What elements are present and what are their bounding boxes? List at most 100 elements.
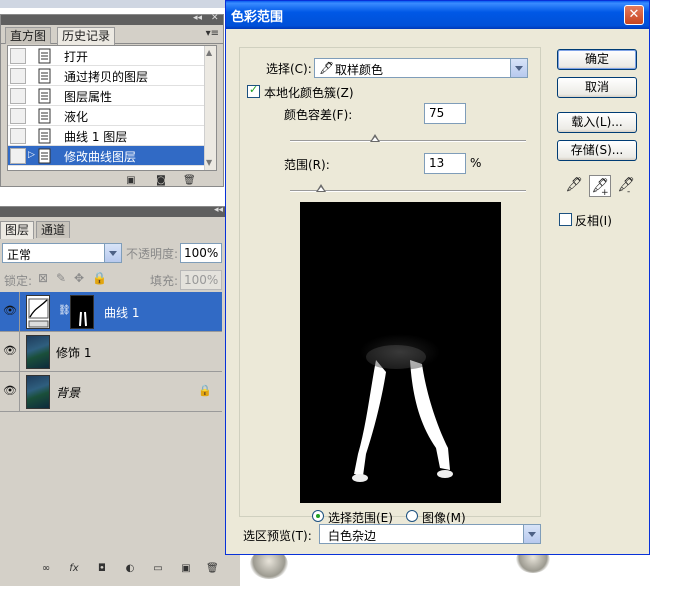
eyedropper-plus-icon[interactable]: 🖋 +	[589, 175, 611, 198]
close-button[interactable]: ✕	[624, 5, 644, 25]
panel-titlebar[interactable]: ◂◂ ✕	[1, 13, 223, 25]
history-item[interactable]: 打开	[8, 46, 206, 66]
opacity-input[interactable]: 100%	[180, 243, 222, 263]
history-list: 打开 通过拷贝的图层 图层属性 液化 曲线 1 图层 ▷ 修改曲线图层 ▲ ▼	[7, 45, 217, 171]
history-tabs: 直方图 历史记录 ▾≡	[1, 26, 223, 45]
snapshot-checkbox[interactable]	[10, 108, 26, 124]
eye-icon[interactable]: 👁	[2, 384, 18, 398]
radio-selection[interactable]	[312, 510, 324, 522]
save-button[interactable]: 存储(S)...	[557, 140, 637, 161]
layer-row[interactable]: 👁 背景 🔒	[0, 372, 222, 412]
visibility-toggle[interactable]: 👁	[0, 372, 20, 412]
history-item-label: 修改曲线图层	[64, 150, 137, 164]
new-document-from-state-icon[interactable]: ▣	[125, 175, 137, 186]
fuzziness-slider-track[interactable]	[290, 140, 526, 142]
range-slider-thumb[interactable]	[315, 184, 327, 193]
tab-channels[interactable]: 通道	[36, 221, 71, 238]
range-unit: %	[470, 156, 482, 170]
new-snapshot-icon[interactable]: ◙	[155, 175, 167, 186]
invert-checkbox[interactable]	[559, 213, 572, 226]
delete-state-icon[interactable]: 🗑	[183, 175, 196, 186]
layers-tabs: 图层 通道	[0, 220, 240, 239]
adjustment-layer-icon[interactable]: ◐	[124, 563, 136, 574]
eye-icon[interactable]: 👁	[2, 344, 18, 358]
lock-all-icon[interactable]: 🔒	[92, 271, 107, 285]
chevron-down-icon[interactable]	[104, 244, 121, 262]
tab-history[interactable]: 历史记录	[57, 27, 116, 45]
snapshot-checkbox[interactable]	[10, 88, 26, 104]
fuzziness-slider-thumb[interactable]	[369, 134, 381, 143]
layer-thumbnail[interactable]	[26, 375, 50, 409]
selection-preview-combo[interactable]: 白色杂边	[319, 524, 541, 544]
layer-thumbnail[interactable]	[26, 335, 50, 369]
history-item[interactable]: 液化	[8, 106, 206, 126]
history-item[interactable]: 图层属性	[8, 86, 206, 106]
collapse-icon[interactable]: ◂◂	[214, 205, 223, 215]
history-item-selected[interactable]: ▷ 修改曲线图层	[8, 146, 206, 166]
fill-input[interactable]: 100%	[180, 270, 222, 290]
range-input[interactable]: 13	[424, 153, 466, 174]
link-layers-icon[interactable]: ∞	[40, 563, 52, 574]
layer-row[interactable]: 👁 修饰 1	[0, 332, 222, 372]
tab-layers[interactable]: 图层	[0, 221, 35, 239]
document-icon	[38, 128, 51, 144]
panel-titlebar[interactable]: ◂◂	[0, 205, 240, 217]
snapshot-checkbox[interactable]	[10, 148, 26, 164]
layer-name[interactable]: 修饰 1	[56, 344, 91, 361]
dialog-title: 色彩范围	[231, 10, 284, 25]
tab-histogram[interactable]: 直方图	[5, 27, 52, 44]
history-panel: ◂◂ ✕ 直方图 历史记录 ▾≡ 打开 通过拷贝的图层 图层属性 液化 曲线 1…	[0, 13, 224, 187]
collapse-icon[interactable]: ◂◂	[193, 13, 202, 23]
eye-icon[interactable]: 👁	[2, 304, 18, 318]
layer-name[interactable]: 背景	[56, 384, 80, 401]
radio-image[interactable]	[406, 510, 418, 522]
localized-clusters-label[interactable]: 本地化颜色簇(Z)	[264, 84, 354, 101]
fuzziness-input[interactable]: 75	[424, 103, 466, 124]
history-state-marker-icon[interactable]: ▷	[28, 150, 35, 160]
options-group: 选择(C): 🖋 取样颜色 本地化颜色簇(Z) 颜色容差(F): 75 范围(R…	[239, 47, 541, 525]
ok-button[interactable]: 确定	[557, 49, 637, 70]
panel-menu-icon[interactable]: ▾≡	[206, 28, 219, 39]
delete-layer-icon[interactable]: 🗑	[206, 563, 219, 574]
eyedropper-minus-icon[interactable]: 🖋 -	[615, 175, 637, 197]
visibility-toggle[interactable]: 👁	[0, 292, 20, 332]
invert-label[interactable]: 反相(I)	[575, 212, 612, 229]
history-item[interactable]: 通过拷贝的图层	[8, 66, 206, 86]
curves-adjustment-icon	[26, 295, 50, 329]
opacity-label: 不透明度:	[126, 247, 179, 261]
snapshot-checkbox[interactable]	[10, 48, 26, 64]
load-button[interactable]: 载入(L)...	[557, 112, 637, 133]
scroll-up-icon[interactable]: ▲	[206, 48, 212, 57]
lock-transparent-icon[interactable]: ⊠	[38, 271, 48, 285]
layer-mask-thumbnail[interactable]	[70, 295, 94, 329]
link-icon[interactable]: ⛓	[58, 305, 71, 316]
new-layer-icon[interactable]: ▣	[180, 563, 192, 574]
color-range-dialog: 色彩范围 ✕ 选择(C): 🖋 取样颜色 本地化颜色簇(Z) 颜色容差(F): …	[225, 0, 650, 555]
snapshot-checkbox[interactable]	[10, 128, 26, 144]
scroll-down-icon[interactable]: ▼	[206, 158, 212, 167]
layer-row[interactable]: 👁 ⛓ 曲线 1	[0, 292, 222, 332]
range-label: 范围(R):	[284, 158, 330, 172]
close-icon[interactable]: ✕	[211, 13, 219, 23]
cancel-button[interactable]: 取消	[557, 77, 637, 98]
chevron-down-icon[interactable]	[510, 59, 527, 77]
layer-name[interactable]: 曲线 1	[104, 304, 139, 321]
layer-style-icon[interactable]: fx	[68, 563, 80, 574]
blend-mode-select[interactable]: 正常	[2, 243, 122, 263]
dialog-titlebar[interactable]: 色彩范围 ✕	[226, 1, 649, 29]
add-mask-icon[interactable]: ◘	[96, 563, 108, 574]
history-scrollbar[interactable]: ▲ ▼	[204, 46, 216, 170]
history-item[interactable]: 曲线 1 图层	[8, 126, 206, 146]
lock-move-icon[interactable]: ✥	[74, 271, 84, 285]
selection-preview-label: 选区预览(T):	[243, 529, 312, 543]
localized-clusters-checkbox[interactable]	[247, 83, 260, 98]
document-icon	[38, 148, 51, 164]
chevron-down-icon[interactable]	[523, 525, 540, 543]
new-group-icon[interactable]: ▭	[152, 563, 164, 574]
snapshot-checkbox[interactable]	[10, 68, 26, 84]
visibility-toggle[interactable]: 👁	[0, 332, 20, 372]
eyedropper-icon[interactable]: 🖋	[563, 175, 585, 197]
lock-brush-icon[interactable]: ✎	[56, 271, 66, 285]
selection-preview[interactable]	[300, 202, 501, 503]
select-combo[interactable]: 🖋 取样颜色	[314, 58, 528, 78]
